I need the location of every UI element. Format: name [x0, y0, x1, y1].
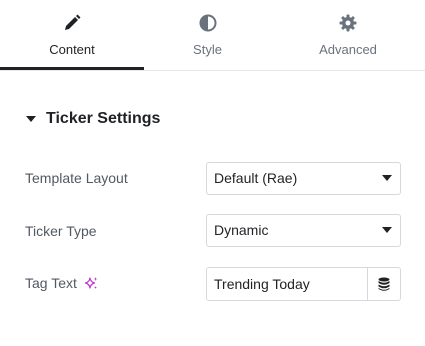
template-layout-label-text: Template Layout [25, 170, 128, 186]
caret-down-icon [382, 175, 392, 182]
tag-text-label-text: Tag Text [25, 275, 77, 291]
tab-content[interactable]: Content [0, 0, 144, 71]
template-layout-value: Default (Rae) [214, 170, 298, 186]
ticker-type-label-text: Ticker Type [25, 223, 97, 239]
template-layout-label: Template Layout [25, 170, 128, 186]
ticker-type-label: Ticker Type [25, 223, 97, 239]
tab-style[interactable]: Style [144, 0, 271, 71]
section-ticker-settings-toggle[interactable]: Ticker Settings [25, 109, 160, 129]
active-tab-indicator [0, 67, 144, 70]
caret-down-icon [25, 113, 37, 125]
tab-style-label: Style [193, 42, 222, 57]
panel-tabs: Content Style Advanced [0, 0, 425, 71]
section-title: Ticker Settings [46, 110, 161, 127]
tab-advanced-label: Advanced [319, 42, 377, 57]
ticker-type-select[interactable]: Dynamic [206, 214, 401, 247]
gear-icon [338, 13, 358, 33]
tag-text-label: Tag Text [25, 275, 99, 291]
template-layout-select[interactable]: Default (Rae) [206, 162, 401, 195]
tab-content-label: Content [49, 42, 95, 57]
sparkle-icon[interactable] [84, 276, 99, 291]
dynamic-tags-button[interactable] [367, 268, 400, 300]
tab-advanced[interactable]: Advanced [271, 0, 425, 71]
tag-text-input[interactable] [207, 268, 368, 300]
database-icon [378, 277, 390, 291]
tag-text-field [206, 267, 401, 301]
ticker-type-value: Dynamic [214, 222, 269, 238]
pencil-icon [62, 13, 82, 33]
half-circle-icon [198, 13, 218, 33]
caret-down-icon [382, 227, 392, 234]
